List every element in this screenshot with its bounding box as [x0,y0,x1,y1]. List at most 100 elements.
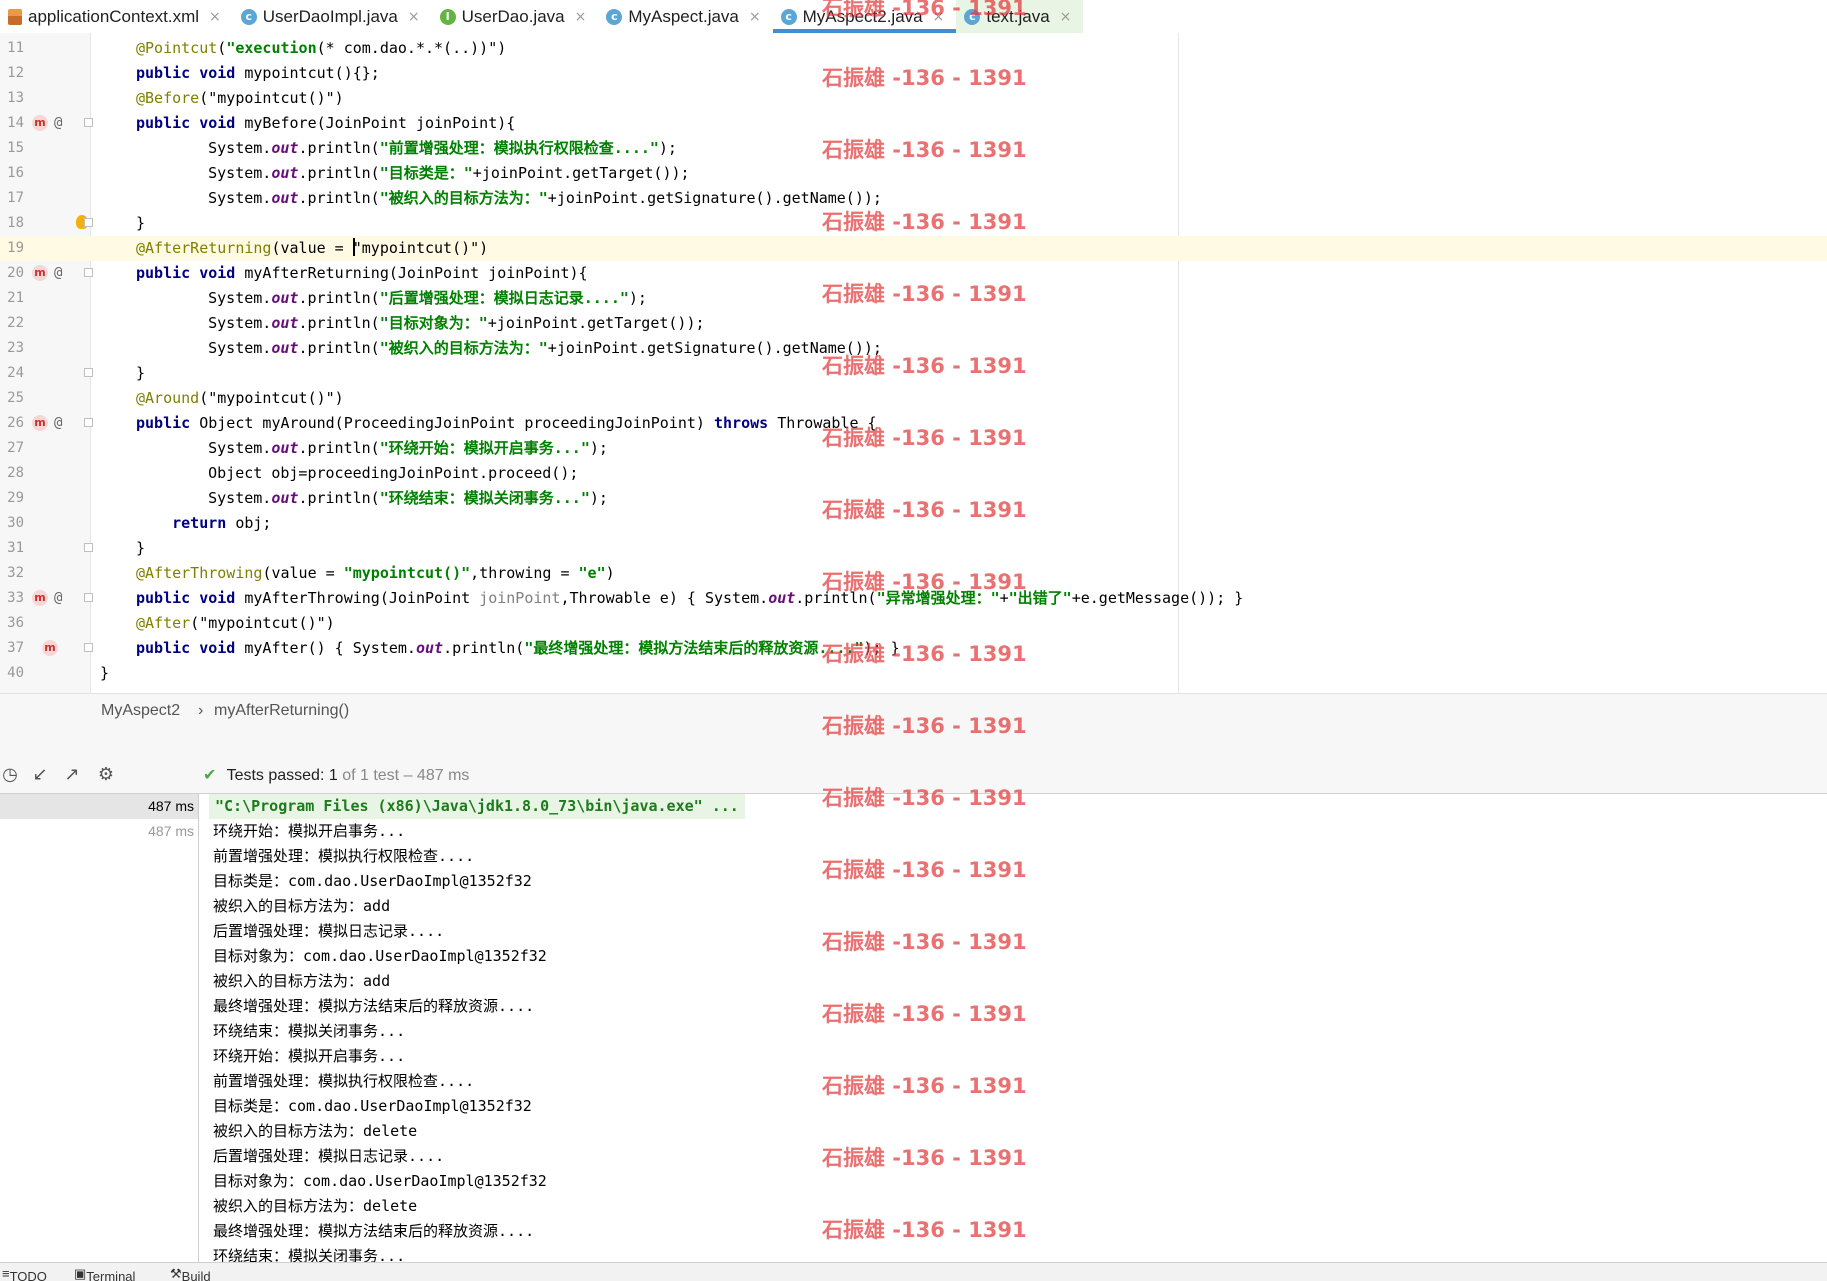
code-text[interactable]: public void myAfter() { System.out.print… [136,636,900,661]
code-text[interactable]: public void myAfterThrowing(JoinPoint jo… [136,586,1243,611]
line-number[interactable]: 14 [0,111,24,136]
code-line[interactable]: 17 System.out.println("被织入的目标方法为："+joinP… [0,186,1827,211]
code-line[interactable]: 16 System.out.println("目标类是："+joinPoint.… [0,161,1827,186]
fold-marker-icon[interactable] [84,218,93,227]
import-tests-icon[interactable]: ↙ [30,765,50,785]
line-number[interactable]: 28 [0,461,24,486]
export-tests-icon[interactable]: ↗ [62,765,82,785]
code-line[interactable]: 37 m public void myAfter() { System.out.pr… [0,636,1827,661]
line-number[interactable]: 29 [0,486,24,511]
fold-marker-icon[interactable] [84,118,93,127]
code-editor[interactable]: 11 @Pointcut("execution(* com.dao.*.*(..)… [0,33,1827,693]
code-line[interactable]: 18} [0,211,1827,236]
code-line[interactable]: 33 m @ public void myAfterThrowing(JoinPoin… [0,586,1827,611]
fold-marker-icon[interactable] [84,643,93,652]
console-output[interactable]: "C:\Program Files (x86)\Java\jdk1.8.0_73… [199,794,1827,1262]
gear-icon[interactable]: ⚙ [96,765,116,785]
close-icon[interactable]: × [749,9,761,25]
test-tree-row[interactable]: 487 ms [0,819,198,844]
code-text[interactable]: } [136,361,145,386]
line-number[interactable]: 19 [0,236,24,261]
panel-divider[interactable] [0,727,1827,757]
fold-marker-icon[interactable] [84,268,93,277]
breadcrumb-method[interactable]: myAfterReturning() [214,694,349,727]
method-advice-icon[interactable]: m [32,265,48,281]
line-number[interactable]: 31 [0,536,24,561]
code-line[interactable]: 25 @Around("mypointcut()") [0,386,1827,411]
code-line[interactable]: 19 @AfterReturning(value = "mypointcut()"… [0,236,1827,261]
close-icon[interactable]: × [933,9,945,25]
history-icon[interactable]: ◷ [0,765,20,785]
close-icon[interactable]: × [209,9,221,25]
code-text[interactable]: public void myAfterReturning(JoinPoint j… [136,261,588,286]
code-text[interactable]: public Object myAround(ProceedingJoinPoi… [136,411,877,436]
code-line[interactable]: 31} [0,536,1827,561]
tab-userdao-java[interactable]: I UserDao.java × [432,0,599,33]
annotation-marker-icon[interactable]: @ [54,586,62,611]
method-advice-icon[interactable]: m [32,590,48,606]
code-line[interactable]: 21 System.out.println("后置增强处理：模拟日志记录....… [0,286,1827,311]
build-tool-button[interactable]: ⚒ Build [170,1266,211,1281]
code-line[interactable]: 27 System.out.println("环绕开始：模拟开启事务..."); [0,436,1827,461]
code-line[interactable]: 29 System.out.println("环绕结束：模拟关闭事务..."); [0,486,1827,511]
tab-userdaoimpl-java[interactable]: c UserDaoImpl.java × [233,0,432,33]
tab-text-java[interactable]: c text.java × [956,0,1084,33]
close-icon[interactable]: × [408,9,420,25]
breadcrumb-file[interactable]: MyAspect2 [101,694,180,727]
line-number[interactable]: 22 [0,311,24,336]
fold-marker-icon[interactable] [84,543,93,552]
annotation-marker-icon[interactable]: @ [54,111,62,136]
code-text[interactable]: } [136,536,145,561]
code-text[interactable]: @After("mypointcut()") [136,611,335,636]
code-text[interactable]: @Before("mypointcut()") [136,86,344,111]
code-text[interactable]: System.out.println("前置增强处理：模拟执行权限检查...."… [172,136,677,161]
code-line[interactable]: 26 m @ public Object myAround(ProceedingJoi… [0,411,1827,436]
line-number[interactable]: 30 [0,511,24,536]
code-text[interactable]: System.out.println("目标类是："+joinPoint.get… [172,161,689,186]
fold-marker-icon[interactable] [84,418,93,427]
code-text[interactable]: } [136,211,145,236]
todo-tool-button[interactable]: ≡ TODO [2,1266,47,1281]
code-text[interactable]: @AfterThrowing(value = "mypointcut()",th… [136,561,615,586]
tab-myaspect-java[interactable]: c MyAspect.java × [598,0,772,33]
code-line[interactable]: 22 System.out.println("目标对象为："+joinPoint… [0,311,1827,336]
code-text[interactable]: System.out.println("目标对象为："+joinPoint.ge… [172,311,704,336]
code-line[interactable]: 12 public void mypointcut(){}; [0,61,1827,86]
code-text[interactable]: } [100,661,109,686]
code-text[interactable]: System.out.println("后置增强处理：模拟日志记录...."); [172,286,647,311]
code-line[interactable]: 20 m @ public void myAfterReturning(JoinPoi… [0,261,1827,286]
code-text[interactable]: Object obj=proceedingJoinPoint.proceed()… [172,461,578,486]
line-number[interactable]: 15 [0,136,24,161]
code-line[interactable]: 15 System.out.println("前置增强处理：模拟执行权限检查..… [0,136,1827,161]
line-number[interactable]: 17 [0,186,24,211]
close-icon[interactable]: × [575,9,587,25]
close-icon[interactable]: × [1060,9,1072,25]
line-number[interactable]: 37 [0,636,24,661]
code-text[interactable]: System.out.println("环绕开始：模拟开启事务..."); [172,436,608,461]
code-line[interactable]: 23 System.out.println("被织入的目标方法为："+joinP… [0,336,1827,361]
line-number[interactable]: 18 [0,211,24,236]
code-line[interactable]: 32 @AfterThrowing(value = "mypointcut()",… [0,561,1827,586]
method-advice-icon[interactable]: m [32,115,48,131]
code-line[interactable]: 28 Object obj=proceedingJoinPoint.procee… [0,461,1827,486]
tab-applicationcontext-xml[interactable]: applicationContext.xml × [0,0,233,33]
line-number[interactable]: 13 [0,86,24,111]
terminal-tool-button[interactable]: ▣ Terminal [74,1266,135,1281]
code-text[interactable]: @Around("mypointcut()") [136,386,344,411]
code-text[interactable]: System.out.println("被织入的目标方法为："+joinPoin… [172,336,882,361]
annotation-marker-icon[interactable]: @ [54,411,62,436]
code-text[interactable]: public void myBefore(JoinPoint joinPoint… [136,111,515,136]
tab-myaspect2-java[interactable]: c MyAspect2.java × [772,0,957,33]
line-number[interactable]: 24 [0,361,24,386]
line-number[interactable]: 21 [0,286,24,311]
line-number[interactable]: 27 [0,436,24,461]
fold-marker-icon[interactable] [84,368,93,377]
code-line[interactable]: 36 @After("mypointcut()") [0,611,1827,636]
code-line[interactable]: 30 return obj; [0,511,1827,536]
code-text[interactable]: System.out.println("环绕结束：模拟关闭事务..."); [172,486,608,511]
code-line[interactable]: 14 m @ public void myBefore(JoinPoint joinP… [0,111,1827,136]
code-text[interactable]: public void mypointcut(){}; [136,61,380,86]
code-text[interactable]: @AfterReturning(value = "mypointcut()") [136,236,488,261]
code-line[interactable]: 11 @Pointcut("execution(* com.dao.*.*(..)… [0,36,1827,61]
line-number[interactable]: 33 [0,586,24,611]
